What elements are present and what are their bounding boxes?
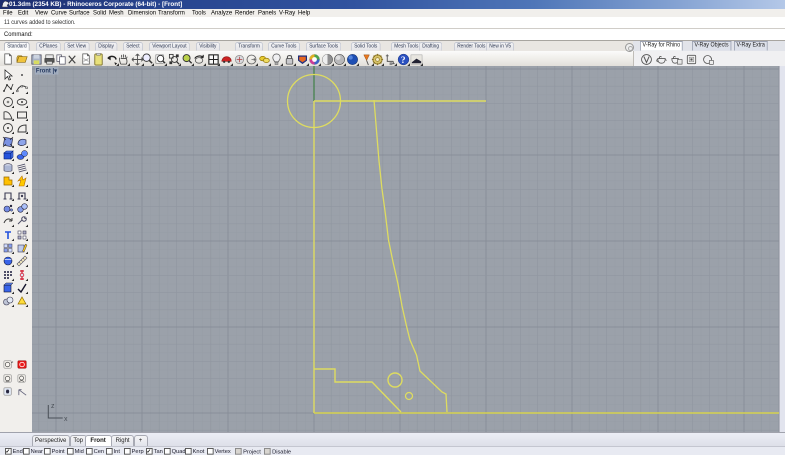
- svg-text:?: ?: [401, 56, 406, 66]
- svg-text:z: z: [51, 403, 55, 410]
- svg-text:x: x: [64, 416, 68, 423]
